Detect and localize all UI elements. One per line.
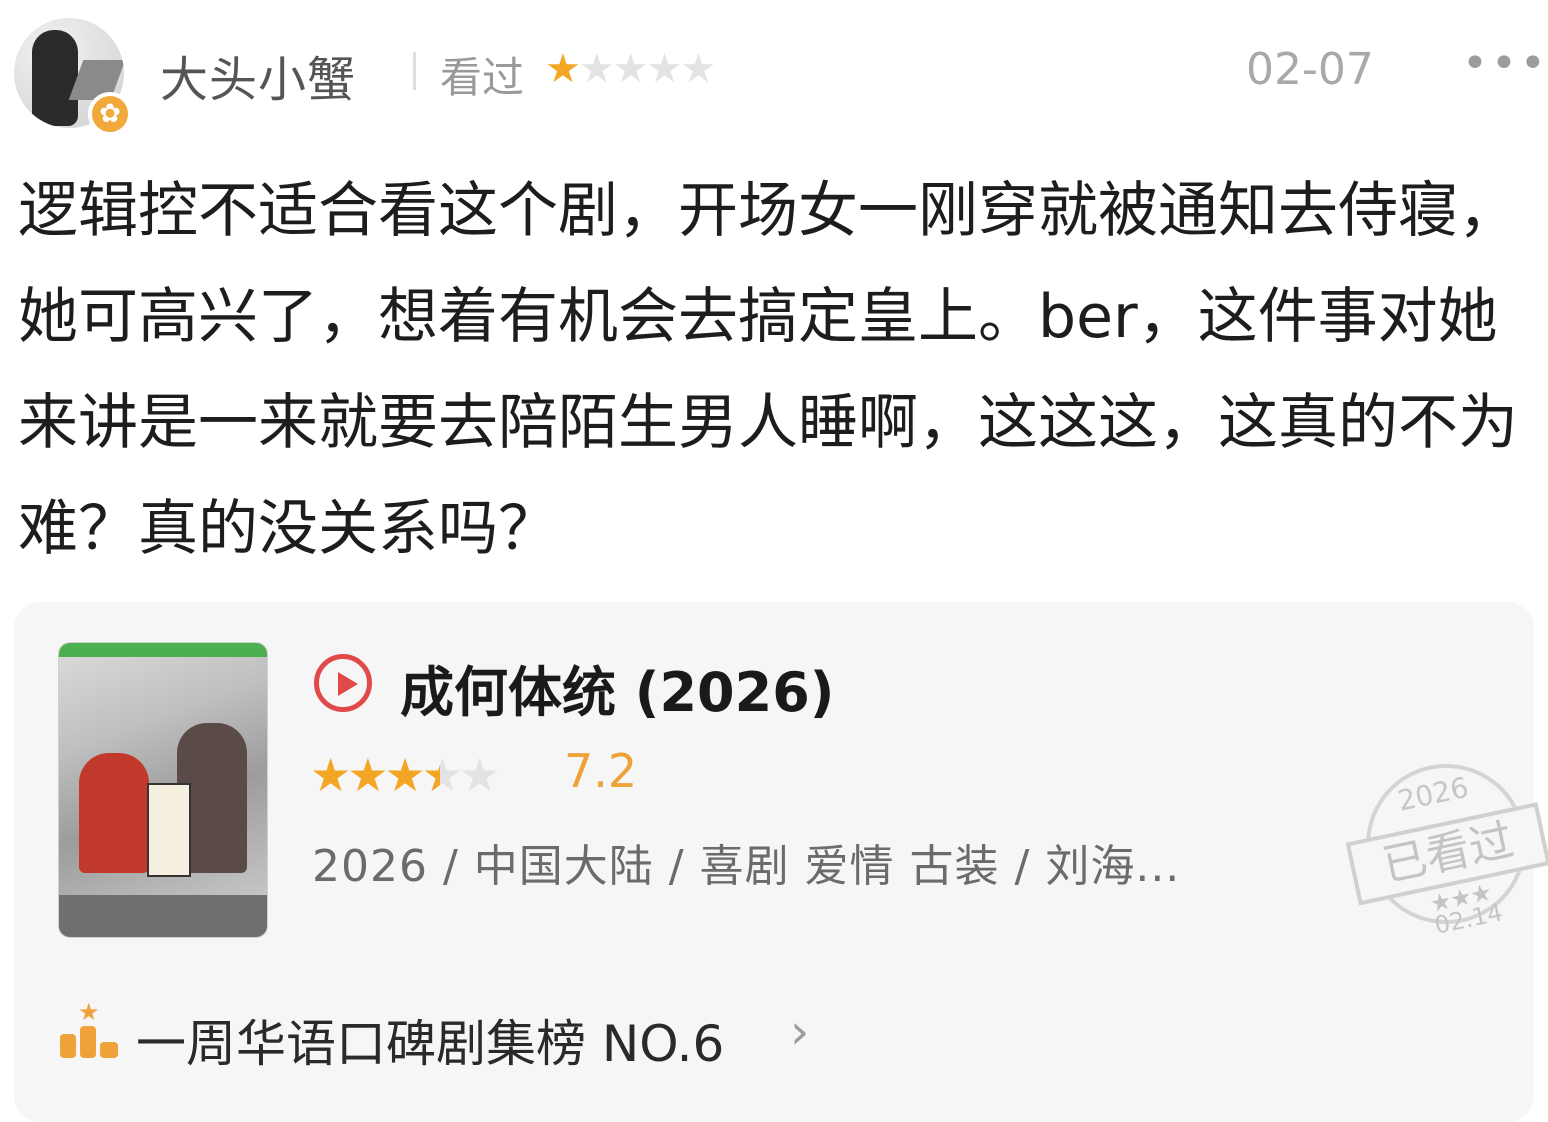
ranking-link[interactable]: 一周华语口碑剧集榜 NO.6 <box>136 1004 724 1076</box>
review-header: ✿ 大头小蟹 看过 ★★★★★ 02-07 ••• <box>0 0 1548 140</box>
flower-badge-icon: ✿ <box>88 92 132 136</box>
ranking-icon: ★ <box>60 998 122 1060</box>
star-icon: ★ <box>612 46 649 92</box>
chevron-right-icon[interactable]: › <box>790 1004 809 1060</box>
more-options-icon[interactable]: ••• <box>1462 38 1548 89</box>
star-icon: ★ <box>578 46 615 92</box>
play-icon[interactable] <box>314 654 372 712</box>
star-icon: ★ <box>459 748 500 802</box>
user-rating-stars: ★★★★★ <box>545 46 716 92</box>
header-divider <box>413 52 416 90</box>
star-icon: ★ <box>680 46 716 92</box>
review-text: 逻辑控不适合看这个剧，开场女一刚穿就被通知去侍寝，她可高兴了，想着有机会去搞定皇… <box>18 176 1518 564</box>
show-title[interactable]: 成何体统 (2026) <box>400 648 834 727</box>
show-rating-stars: ★★★★ ★ <box>310 748 500 802</box>
star-icon: ★ <box>384 748 426 802</box>
star-icon: ★ <box>646 46 683 92</box>
show-poster[interactable] <box>58 642 268 938</box>
star-icon: ★ <box>347 748 388 802</box>
review-date: 02-07 <box>1246 44 1374 95</box>
show-meta: 2026 / 中国大陆 / 喜剧 爱情 古装 / 刘海... <box>312 841 1181 892</box>
username[interactable]: 大头小蟹 <box>160 40 356 110</box>
show-rating-value: 7.2 <box>564 744 638 798</box>
half-star-icon: ★ <box>422 748 463 802</box>
watch-status: 看过 <box>440 53 525 102</box>
star-icon: ★ <box>310 748 351 802</box>
star-icon: ★ <box>545 46 581 92</box>
